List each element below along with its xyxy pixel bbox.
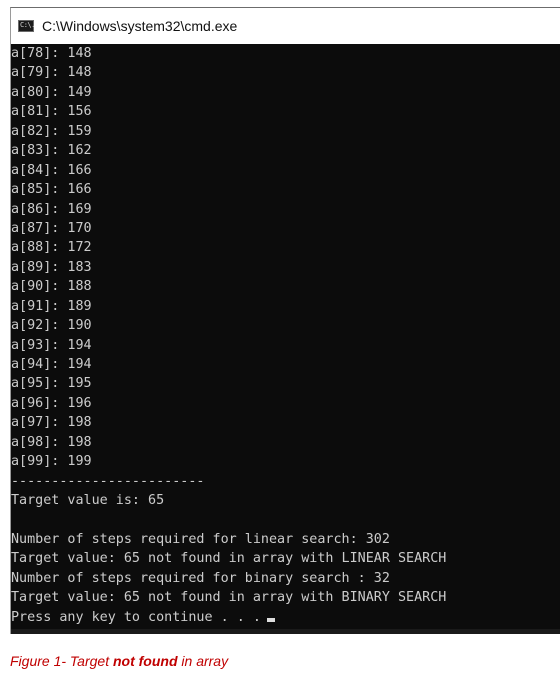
console-line: a[82]: 159 xyxy=(11,123,92,139)
console-line: a[94]: 194 xyxy=(11,357,92,372)
console-prompt-line: Press any key to continue . . . xyxy=(11,608,446,627)
console-line: a[87]: 170 xyxy=(11,220,92,236)
caption-suffix: in array xyxy=(177,653,229,669)
caption-emphasis: not found xyxy=(112,653,178,669)
console-line: a[91]: 189 xyxy=(11,298,92,314)
console-line: Target value is: 65 xyxy=(11,493,165,509)
console-line: a[92]: 190 xyxy=(11,318,92,334)
console-line: Target value: 65 not found in array with… xyxy=(11,551,447,567)
console-line: a[81]: 156 xyxy=(11,104,92,120)
text-cursor xyxy=(266,617,275,622)
console-line: a[95]: 195 xyxy=(11,376,92,392)
console-line: a[79]: 148 xyxy=(11,65,92,81)
horizontal-scrollbar[interactable] xyxy=(11,629,560,634)
window-title: C:\Windows\system32\cmd.exe xyxy=(42,18,238,34)
console-output[interactable]: a[78]: 148 a[79]: 148 a[80]: 149 a[81]: 156… xyxy=(11,44,560,634)
console-line: a[86]: 169 xyxy=(11,201,92,217)
console-line: a[84]: 166 xyxy=(11,162,92,178)
console-line: Target value: 65 not found in array with… xyxy=(11,590,447,606)
console-line: a[93]: 194 xyxy=(11,337,92,353)
console-line: a[83]: 162 xyxy=(11,143,92,159)
console-line: a[80]: 149 xyxy=(11,84,92,100)
figure-caption: Figure 1- Target not found in array xyxy=(10,653,228,670)
console-line: Number of steps required for linear sear… xyxy=(11,531,390,547)
caption-prefix: Figure 1- Target xyxy=(10,653,113,669)
console-line: a[78]: 148 xyxy=(11,46,92,61)
cmd-window: C:\. C:\Windows\system32\cmd.exe a[78]: … xyxy=(10,7,560,634)
console-line: ------------------------ xyxy=(11,473,205,489)
console-line: a[90]: 188 xyxy=(11,279,92,295)
console-lines: a[78]: 148 a[79]: 148 a[80]: 149 a[81]: 156… xyxy=(11,44,446,627)
console-line: Number of steps required for binary sear… xyxy=(11,570,390,586)
console-line: a[89]: 183 xyxy=(11,259,92,275)
console-line: a[88]: 172 xyxy=(11,240,92,256)
console-line: a[96]: 196 xyxy=(11,395,92,411)
title-bar[interactable]: C:\. C:\Windows\system32\cmd.exe xyxy=(11,8,560,44)
console-line: a[85]: 166 xyxy=(11,182,92,198)
console-line: a[99]: 199 xyxy=(11,454,92,470)
console-line: a[98]: 198 xyxy=(11,434,92,450)
cmd-icon: C:\. xyxy=(18,20,35,32)
cmd-icon-label: C:\. xyxy=(20,21,35,29)
console-prompt: Press any key to continue . . . xyxy=(11,609,261,625)
console-line: a[97]: 198 xyxy=(11,415,92,431)
